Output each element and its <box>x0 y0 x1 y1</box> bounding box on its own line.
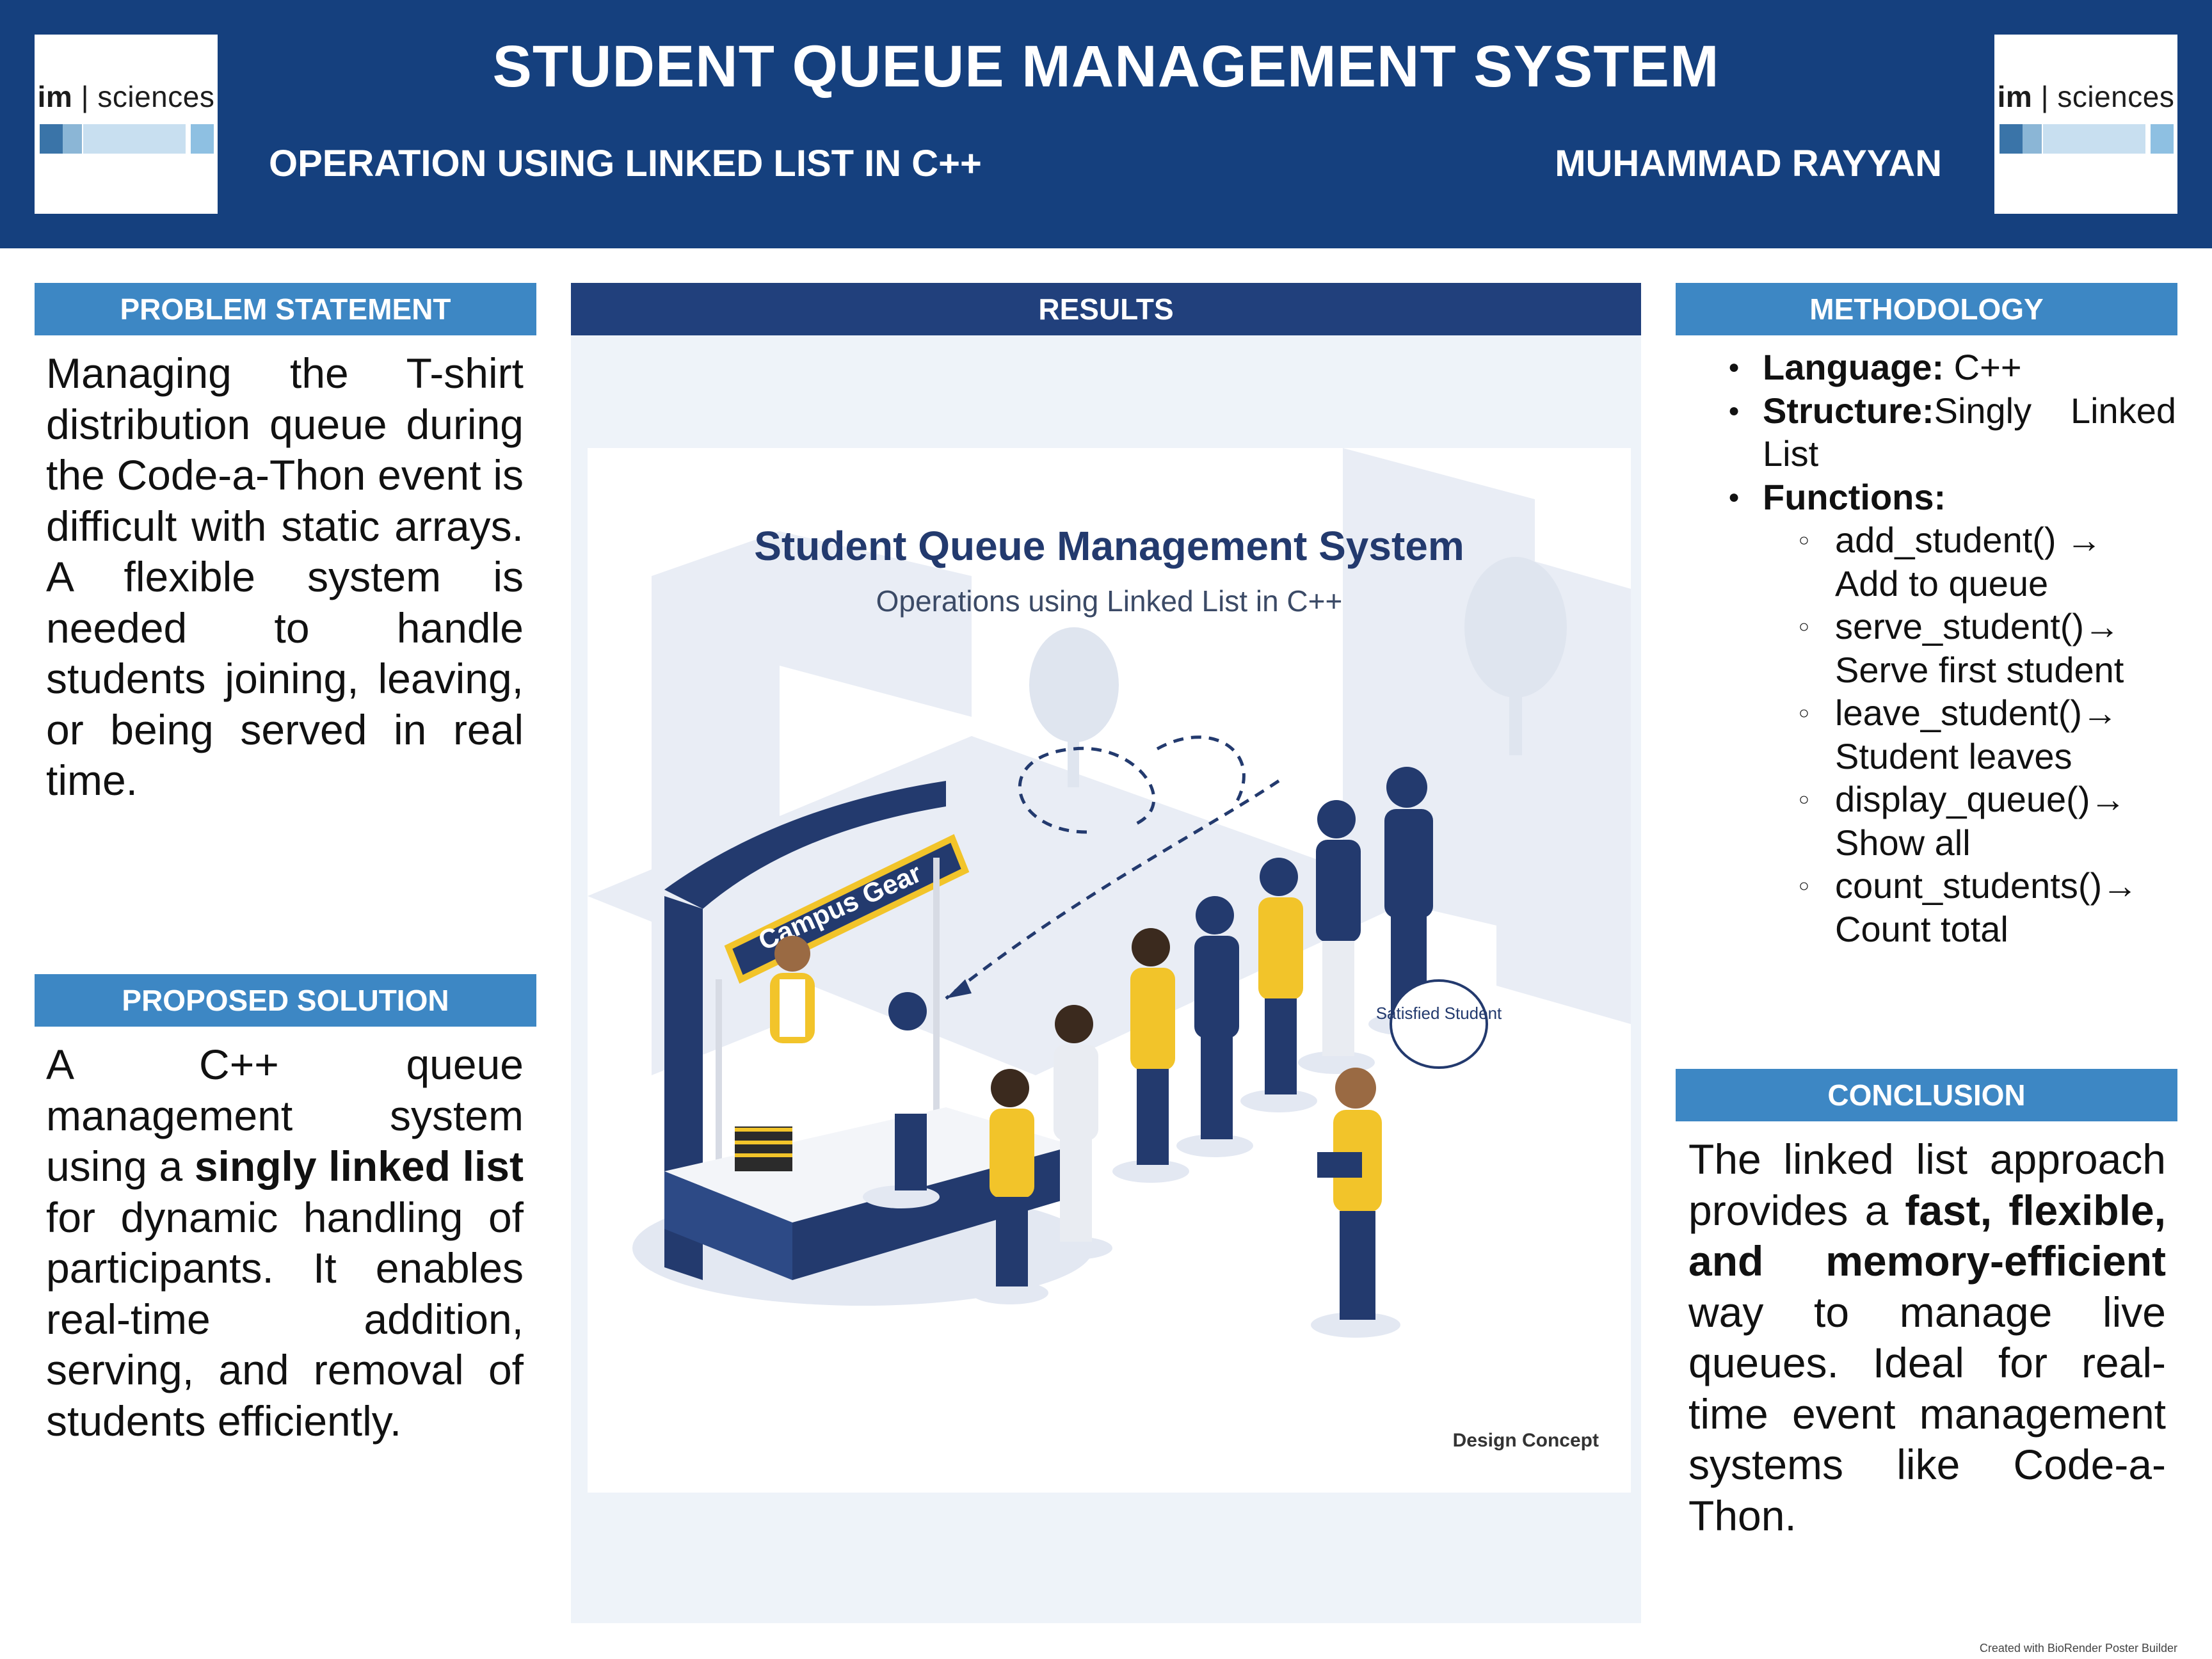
conclusion-text: The linked list approach provides a fast… <box>1688 1135 2166 1539</box>
function-item: leave_student()→Student leaves <box>1728 691 2176 778</box>
logo-bar-segment <box>2151 124 2174 154</box>
function-item: display_queue()→Show all <box>1728 778 2176 864</box>
function-item: add_student() →Add to queue <box>1728 518 2176 605</box>
logo-brand-bold: im <box>1997 80 2033 113</box>
poster-title: STUDENT QUEUE MANAGEMENT SYSTEM <box>492 34 1720 99</box>
function-item: serve_student()→Serve first student <box>1728 605 2176 691</box>
proposed-solution-heading: PROPOSED SOLUTION <box>35 974 536 1027</box>
logo-separator: | <box>2040 80 2049 113</box>
logo-bar-segment <box>2023 124 2042 154</box>
speech-bubble-text: Satisfied Student <box>1376 1004 1502 1023</box>
poster-author: MUHAMMAD RAYYAN <box>1555 143 1942 184</box>
proposed-solution-text: A C++ queue management system using a si… <box>46 1041 524 1445</box>
methodology-heading: METHODOLOGY <box>1676 283 2177 335</box>
methodology-structure: Structure:Singly Linked List <box>1728 389 2176 476</box>
logo-bar-segment <box>2043 124 2145 154</box>
poster-header: im | sciences STUDENT QUEUE MANAGEMENT S… <box>0 0 2212 248</box>
figure-title: Student Queue Management System <box>754 523 1464 569</box>
tshirt-stack <box>735 1126 792 1171</box>
function-item: count_students()→Count total <box>1728 864 2176 950</box>
logo-bar-segment <box>40 124 63 154</box>
methodology-language: Language: C++ <box>1728 346 2176 389</box>
footer-credit: Created with BioRender Poster Builder <box>1979 1642 2177 1655</box>
logo-bar-segment <box>191 124 214 154</box>
logo-bar-segment <box>2000 124 2023 154</box>
satisfied-student <box>1311 1068 1400 1338</box>
logo-brand: sciences <box>2057 80 2175 113</box>
results-heading: RESULTS <box>571 283 1641 335</box>
poster-subtitle: OPERATION USING LINKED LIST IN C++ <box>269 143 982 184</box>
booth-staff <box>770 936 815 1043</box>
imsciences-logo-right: im | sciences <box>1994 35 2177 214</box>
problem-statement-heading: PROBLEM STATEMENT <box>35 283 536 335</box>
methodology-functions: Functions: <box>1728 476 2176 519</box>
methodology-list: Language: C++ Structure:Singly Linked Li… <box>1728 346 2176 950</box>
logo-bar-segment <box>83 124 186 154</box>
problem-statement-text: Managing the T-shirt distribution queue … <box>46 349 524 804</box>
conclusion-heading: CONCLUSION <box>1676 1069 2177 1121</box>
figure-subtitle: Operations using Linked List in C++ <box>876 584 1343 618</box>
figure-caption: Design Concept <box>1453 1430 1599 1451</box>
highlight-singly-linked-list: singly linked list <box>194 1142 524 1190</box>
results-illustration: Student Queue Management System Operatio… <box>588 448 1631 1493</box>
queue-illustration-svg: Student Queue Management System Operatio… <box>588 448 1631 1451</box>
logo-bar-segment <box>63 124 82 154</box>
